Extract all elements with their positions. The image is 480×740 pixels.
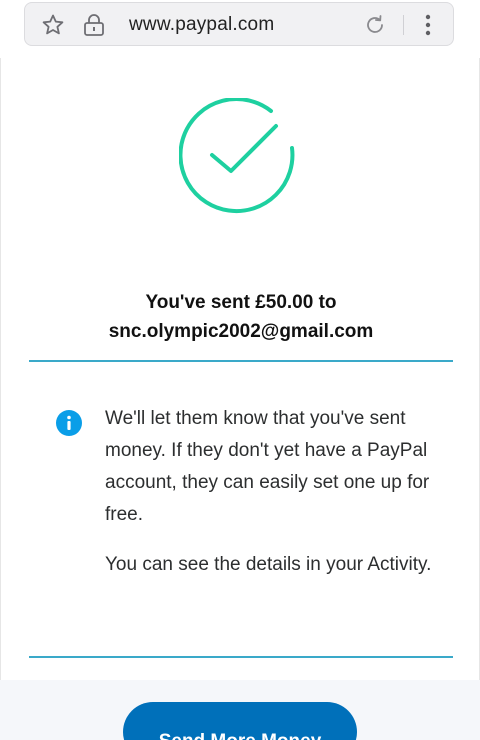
actions-footer: Send More Money [0,680,480,740]
star-icon[interactable] [41,13,65,37]
info-paragraph-notify: We'll let them know that you've sent mon… [105,408,430,525]
info-icon [56,410,82,436]
browser-toolbar: www.paypal.com [0,0,480,58]
info-message: We'll let them know that you've sent mon… [105,403,445,581]
info-paragraph-activity: You can see the details in your Activity… [105,554,432,575]
divider-top [29,360,453,362]
divider-bottom [29,656,453,658]
confirmation-card: You've sent £50.00 to snc.olympic2002@gm… [0,58,480,680]
recipient-email: snc.olympic2002@gmail.com [108,321,374,342]
page: www.paypal.com You've sent £50.00 to snc… [0,0,480,740]
check-circle-icon [179,98,295,214]
toolbar-divider [403,15,404,35]
send-more-money-button[interactable]: Send More Money [123,702,357,740]
lock-icon [84,14,104,36]
url-text[interactable]: www.paypal.com [129,14,274,36]
confirmation-title-line1: You've sent £50.00 to [145,292,337,313]
reload-icon[interactable] [363,13,387,37]
address-bar[interactable]: www.paypal.com [24,2,454,46]
more-vertical-icon[interactable] [423,13,433,37]
confirmation-title: You've sent £50.00 to snc.olympic2002@gm… [1,288,480,346]
